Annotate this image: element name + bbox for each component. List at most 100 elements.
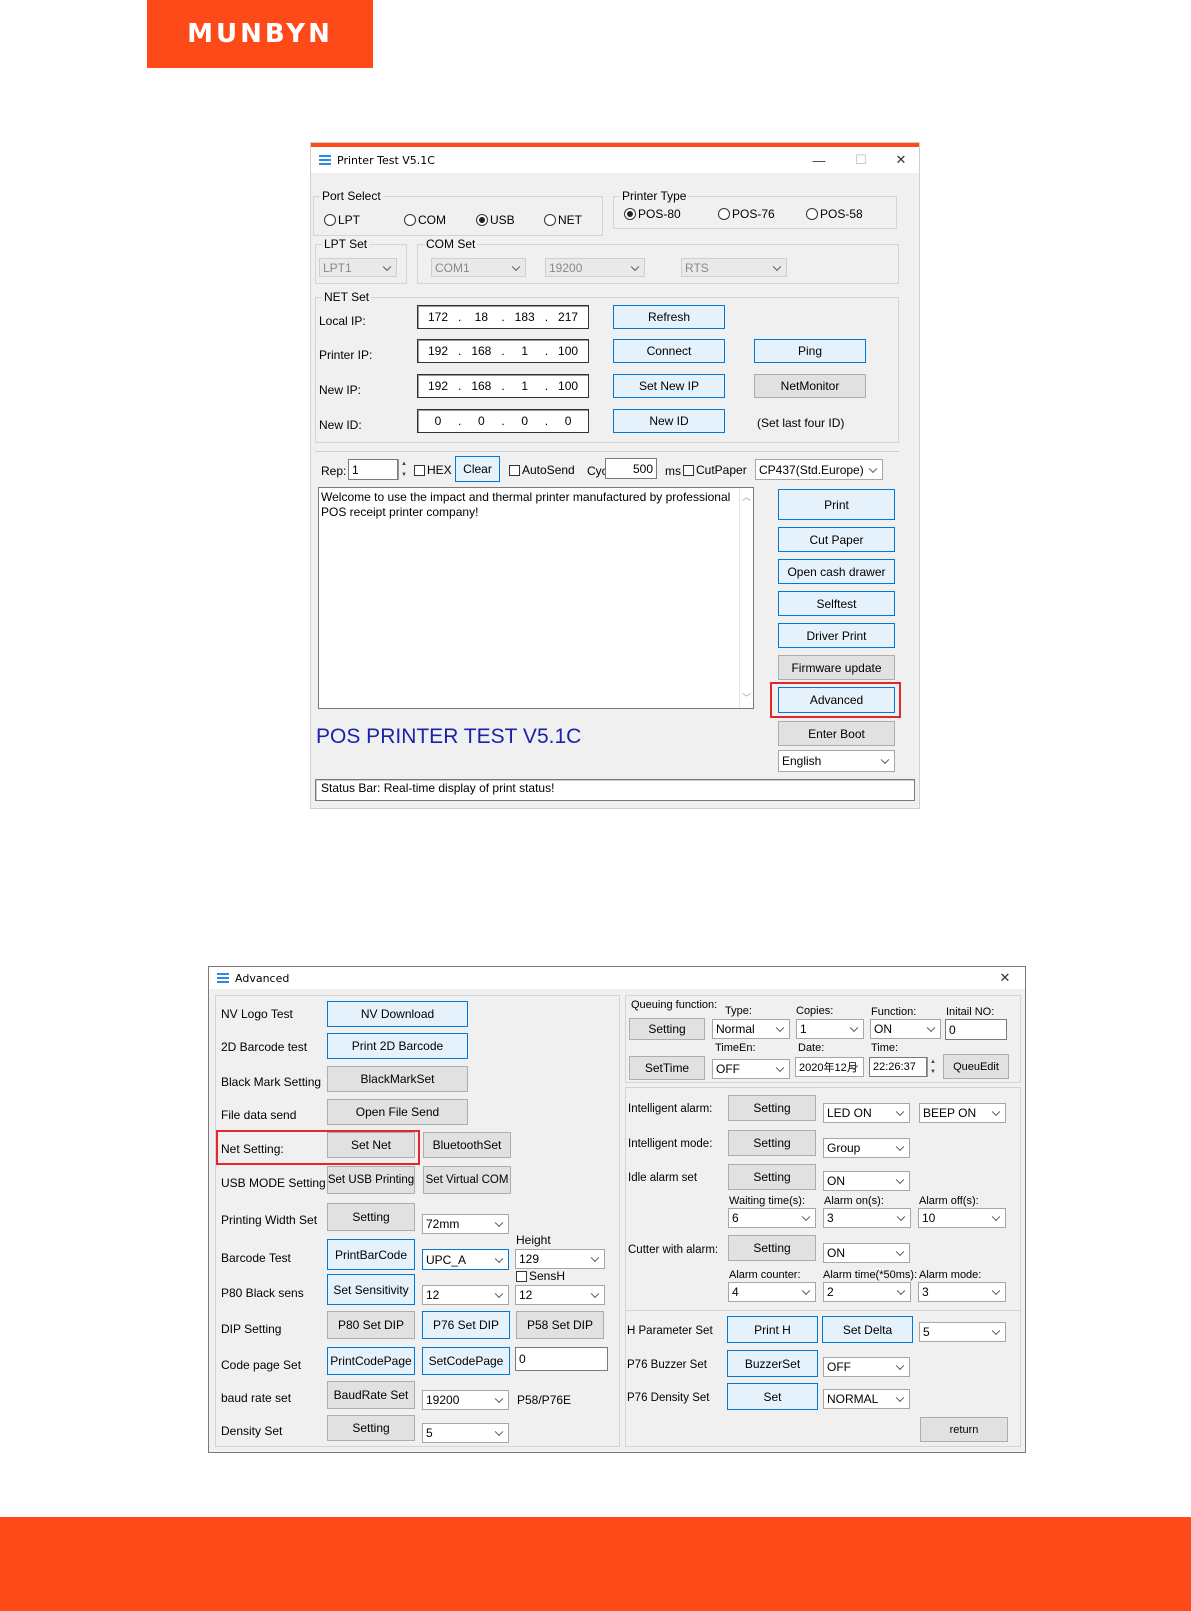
firmware-update-button[interactable]: Firmware update [778, 655, 895, 680]
density-select[interactable]: 5 [422, 1423, 509, 1443]
ping-button[interactable]: Ping [754, 339, 866, 363]
function-select[interactable]: ON [870, 1019, 941, 1039]
new-ip-input[interactable]: 192. 168. 1. 100 [417, 374, 589, 398]
print-h-button[interactable]: Print H [727, 1316, 818, 1343]
buzzerset-button[interactable]: BuzzerSet [727, 1350, 818, 1377]
time-input[interactable]: 22:26:37 [869, 1057, 927, 1077]
p80-sensitivity-select[interactable]: 12 [422, 1285, 509, 1305]
buzzer-select[interactable]: OFF [823, 1357, 910, 1377]
sensh-checkbox[interactable]: SensH [516, 1269, 565, 1283]
print-codepage-button[interactable]: PrintCodePage [327, 1347, 415, 1375]
cutter-alarm-setting-button[interactable]: Setting [728, 1235, 816, 1261]
textarea-scrollbar[interactable]: ︿ ﹀ [739, 488, 753, 708]
intelligent-alarm-setting-button[interactable]: Setting [728, 1095, 816, 1121]
p80-set-dip-button[interactable]: P80 Set DIP [327, 1311, 415, 1339]
printing-width-setting-button[interactable]: Setting [327, 1203, 415, 1231]
minimize-button[interactable]: — [799, 145, 839, 175]
baud-rate-select[interactable]: 19200 [422, 1390, 509, 1410]
initial-no-input[interactable]: 0 [945, 1019, 1007, 1040]
printer-ip-input[interactable]: 192. 168. 1. 100 [417, 339, 589, 363]
radio-pos80[interactable]: POS-80 [624, 207, 681, 221]
return-button[interactable]: return [920, 1417, 1008, 1442]
spin-up-icon[interactable]: ▲ [399, 459, 409, 470]
clear-button[interactable]: Clear [455, 456, 500, 482]
settime-button[interactable]: SetTime [629, 1056, 705, 1080]
waiting-time-select[interactable]: 6 [728, 1208, 816, 1228]
radio-pos76[interactable]: POS-76 [718, 207, 775, 221]
alarm-on-select[interactable]: 3 [823, 1208, 911, 1228]
local-ip-input[interactable]: 172. 18. 183. 217 [417, 305, 589, 329]
radio-net[interactable]: NET [544, 213, 582, 227]
p76-density-select[interactable]: NORMAL [823, 1389, 910, 1409]
cutpaper-checkbox[interactable]: CutPaper [683, 463, 747, 477]
codepage-input[interactable]: 0 [515, 1347, 608, 1371]
p76-set-dip-button[interactable]: P76 Set DIP [422, 1311, 510, 1339]
alarm-time-select[interactable]: 2 [823, 1282, 911, 1302]
time-spinner[interactable]: ▲ ▼ [927, 1057, 938, 1077]
lpt-port-select[interactable]: LPT1 [319, 258, 397, 277]
enter-boot-button[interactable]: Enter Boot [778, 721, 895, 746]
open-cash-drawer-button[interactable]: Open cash drawer [778, 559, 895, 584]
codepage-select[interactable]: CP437(Std.Europe) [755, 459, 883, 480]
sensh-select[interactable]: 12 [515, 1285, 605, 1305]
scroll-up-icon[interactable]: ︿ [742, 490, 751, 505]
copies-select[interactable]: 1 [796, 1019, 864, 1039]
autosend-checkbox[interactable]: AutoSend [509, 463, 575, 477]
com-flow-select[interactable]: RTS [681, 258, 787, 277]
spin-down-icon[interactable]: ▼ [399, 470, 409, 481]
hex-checkbox[interactable]: HEX [414, 463, 452, 477]
idle-alarm-select[interactable]: ON [823, 1171, 910, 1191]
queuedit-button[interactable]: QueuEdit [943, 1054, 1009, 1079]
set-delta-button[interactable]: Set Delta [822, 1316, 913, 1343]
new-id-button[interactable]: New ID [613, 409, 725, 433]
print-barcode-button[interactable]: PrintBarCode [327, 1239, 415, 1270]
baudrate-set-button[interactable]: BaudRate Set [327, 1381, 415, 1409]
print-text-area[interactable]: Welcome to use the impact and thermal pr… [318, 487, 754, 709]
driver-print-button[interactable]: Driver Print [778, 623, 895, 648]
rep-spinner[interactable]: ▲ ▼ [398, 459, 409, 480]
open-file-send-button[interactable]: Open File Send [327, 1099, 468, 1125]
netmonitor-button[interactable]: NetMonitor [754, 374, 866, 398]
radio-lpt[interactable]: LPT [324, 213, 360, 227]
set-usb-printing-button[interactable]: Set USB Printing [327, 1166, 415, 1194]
set-virtual-com-button[interactable]: Set Virtual COM [423, 1166, 511, 1194]
spin-up-icon[interactable]: ▲ [928, 1057, 938, 1067]
barcode-height-select[interactable]: 129 [515, 1249, 605, 1269]
maximize-button[interactable]: ☐ [841, 145, 881, 175]
com-baud-select[interactable]: 19200 [545, 258, 645, 277]
queue-type-select[interactable]: Normal [712, 1019, 790, 1039]
com-port-select[interactable]: COM1 [431, 258, 526, 277]
p58-set-dip-button[interactable]: P58 Set DIP [516, 1311, 604, 1339]
barcode-type-select[interactable]: UPC_A [422, 1249, 509, 1270]
alarm-mode-select[interactable]: 3 [918, 1282, 1006, 1302]
close-button[interactable]: ✕ [881, 145, 921, 175]
cyc-input[interactable]: 500 [605, 458, 657, 479]
scroll-down-icon[interactable]: ﹀ [742, 691, 751, 706]
spin-down-icon[interactable]: ▼ [928, 1067, 938, 1077]
new-id-input[interactable]: 0.0.0.0 [417, 409, 589, 433]
connect-button[interactable]: Connect [613, 339, 725, 363]
queue-setting-button[interactable]: Setting [629, 1018, 705, 1040]
bluetoothset-button[interactable]: BluetoothSet [423, 1132, 511, 1158]
printing-width-select[interactable]: 72mm [422, 1214, 509, 1234]
selftest-button[interactable]: Selftest [778, 591, 895, 616]
rep-input[interactable]: 1 [348, 459, 398, 480]
beep-select[interactable]: BEEP ON [919, 1103, 1006, 1123]
delta-select[interactable]: 5 [919, 1322, 1006, 1342]
cut-paper-button[interactable]: Cut Paper [778, 527, 895, 552]
cutter-alarm-select[interactable]: ON [823, 1243, 910, 1263]
set-new-ip-button[interactable]: Set New IP [613, 374, 725, 398]
alarm-counter-select[interactable]: 4 [728, 1282, 816, 1302]
date-picker[interactable]: 2020年12月 [795, 1057, 864, 1077]
led-select[interactable]: LED ON [823, 1103, 910, 1123]
radio-usb[interactable]: USB [476, 213, 515, 227]
density-setting-button[interactable]: Setting [327, 1415, 415, 1441]
blackmarkset-button[interactable]: BlackMarkSet [327, 1066, 468, 1092]
nv-download-button[interactable]: NV Download [327, 1001, 468, 1027]
timeen-select[interactable]: OFF [712, 1059, 790, 1079]
refresh-button[interactable]: Refresh [613, 305, 725, 329]
intelligent-mode-select[interactable]: Group [823, 1138, 910, 1158]
p76-density-set-button[interactable]: Set [727, 1383, 818, 1410]
alarm-off-select[interactable]: 10 [918, 1208, 1006, 1228]
print-button[interactable]: Print [778, 489, 895, 520]
